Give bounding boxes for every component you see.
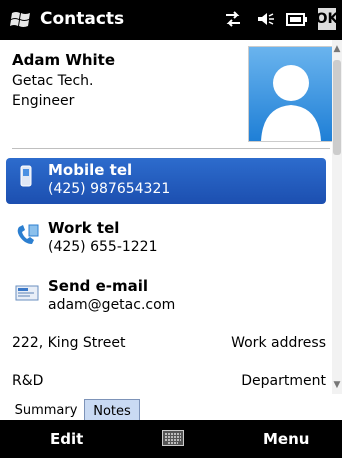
work-phone-icon [14, 222, 40, 248]
scrollbar[interactable]: ▲ ▼ [332, 40, 342, 394]
contact-name: Adam White [12, 51, 116, 69]
send-email-value: adam@getac.com [48, 297, 176, 313]
keyboard-icon[interactable] [162, 430, 184, 446]
send-email-label: Send e-mail [48, 277, 149, 295]
department-value[interactable]: R&D [12, 373, 43, 389]
send-email-row[interactable]: Send e-mail adam@getac.com [6, 274, 326, 320]
mobile-tel-label: Mobile tel [48, 161, 133, 179]
scroll-down-icon[interactable]: ▼ [332, 378, 342, 392]
tab-notes[interactable]: Notes [84, 399, 140, 422]
title-bar: Contacts OK [0, 0, 342, 40]
mobile-tel-value: (425) 987654321 [48, 181, 171, 197]
scroll-thumb[interactable] [333, 60, 341, 155]
mobile-phone-icon [14, 164, 40, 190]
battery-icon[interactable] [286, 8, 308, 30]
contact-summary: Adam White Getac Tech. Engineer Mobile t… [0, 40, 332, 394]
connectivity-icon[interactable] [222, 8, 244, 30]
work-address-field: Work address [231, 335, 326, 351]
divider [12, 148, 330, 149]
softkey-bar: Edit Menu [0, 420, 342, 458]
work-address-value[interactable]: 222, King Street [12, 335, 125, 351]
app-title: Contacts [40, 9, 125, 29]
mobile-tel-row[interactable]: Mobile tel (425) 987654321 [6, 158, 326, 204]
contact-job-title: Engineer [12, 93, 75, 109]
volume-muted-icon[interactable] [254, 8, 276, 30]
email-icon [14, 280, 40, 306]
work-tel-value: (425) 655-1221 [48, 239, 158, 255]
work-tel-row[interactable]: Work tel (425) 655-1221 [6, 216, 326, 262]
edit-softkey[interactable]: Edit [50, 430, 83, 448]
contact-company: Getac Tech. [12, 73, 94, 89]
windows-flag-icon[interactable] [10, 10, 32, 30]
menu-softkey[interactable]: Menu [263, 430, 309, 448]
tab-strip: Summary Notes [0, 394, 342, 422]
work-tel-label: Work tel [48, 219, 120, 237]
status-area: OK [222, 8, 338, 30]
person-silhouette-icon [261, 65, 321, 141]
ok-button[interactable]: OK [316, 8, 338, 30]
contact-photo [248, 46, 332, 142]
tab-summary[interactable]: Summary [8, 399, 84, 421]
department-field: Department [241, 373, 326, 389]
scroll-up-icon[interactable]: ▲ [332, 42, 342, 56]
